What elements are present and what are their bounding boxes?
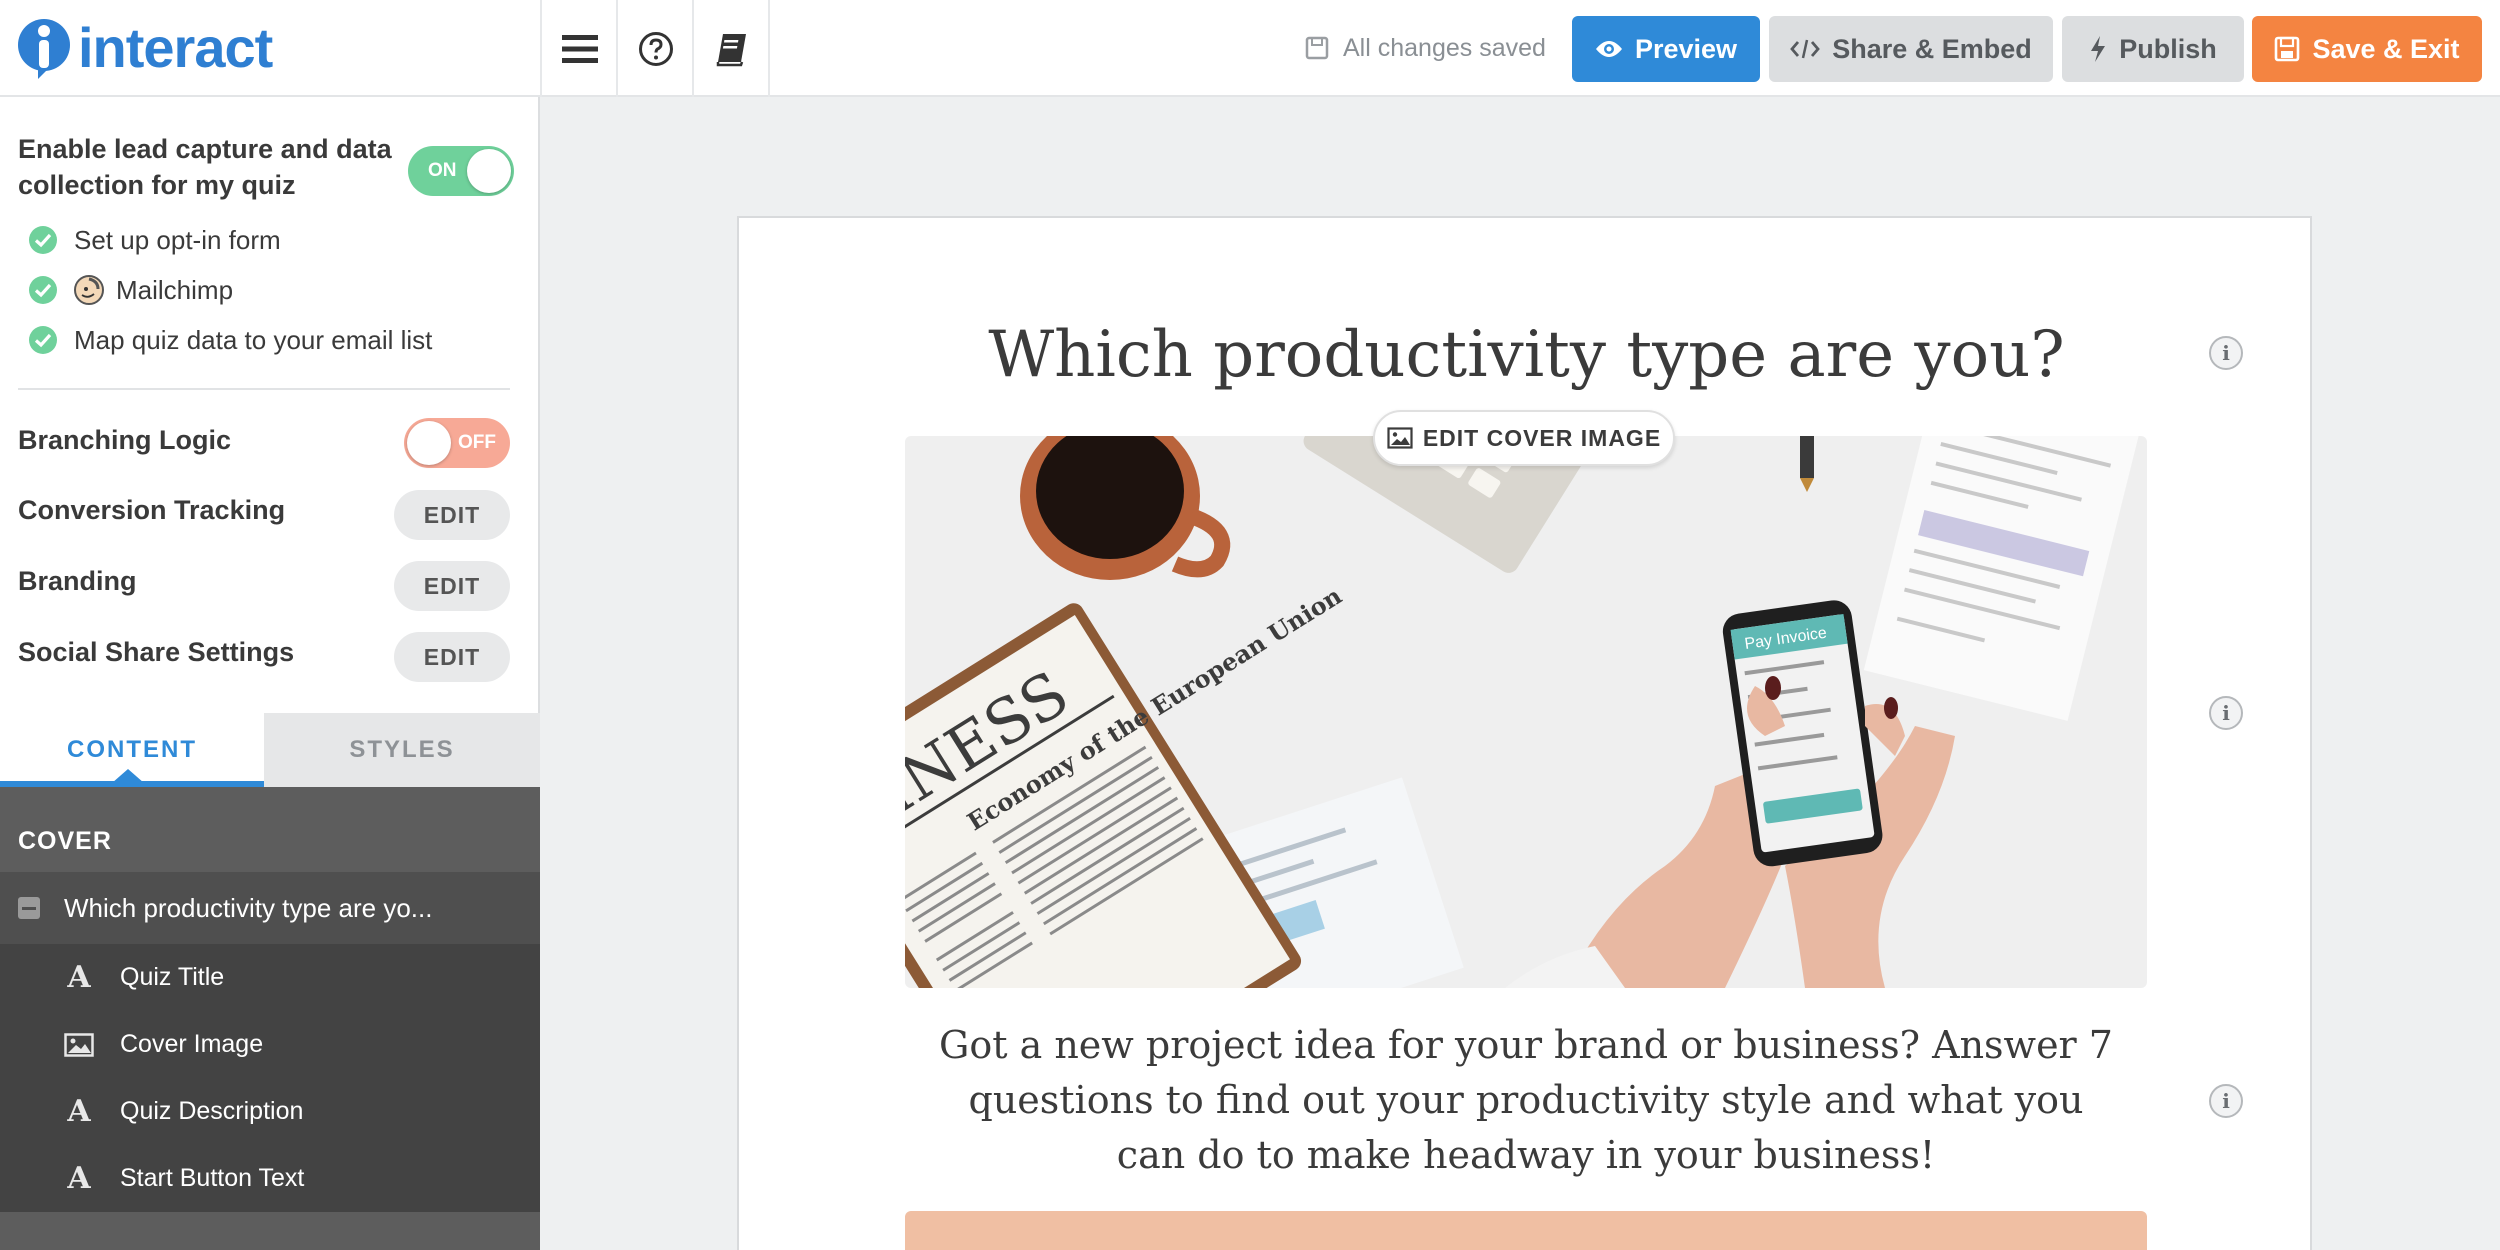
tree-section-cover: COVER: [18, 827, 112, 855]
tree-item-label: Quiz Description: [120, 1097, 304, 1125]
tree-item-start-button-text[interactable]: A Start Button Text: [0, 1145, 540, 1212]
tree-item-label: Quiz Title: [120, 963, 225, 991]
preview-button[interactable]: Preview: [1572, 16, 1760, 82]
quiz-preview-card: Which productivity type are you? i SINES…: [737, 216, 2312, 1250]
guide-button[interactable]: [692, 0, 770, 97]
lightning-icon: [2091, 36, 2106, 62]
toggle-state: OFF: [458, 432, 496, 453]
info-icon[interactable]: i: [2209, 696, 2243, 730]
save-status: All changes saved: [1305, 28, 1546, 68]
tree-item-label: Cover Image: [120, 1030, 264, 1058]
social-share-edit-button[interactable]: EDIT: [394, 632, 510, 682]
social-share-label: Social Share Settings: [18, 637, 295, 667]
book-icon: [716, 33, 746, 66]
check-circle-icon: [29, 276, 57, 304]
info-icon[interactable]: i: [2209, 1084, 2243, 1118]
branding-edit-button[interactable]: EDIT: [394, 561, 510, 611]
branching-logic-toggle[interactable]: OFF: [404, 418, 510, 468]
tree-question-item[interactable]: Which productivity type are yo...: [0, 872, 540, 944]
divider: [18, 388, 510, 390]
share-embed-button[interactable]: Share & Embed: [1769, 16, 2053, 82]
check-circle-icon: [29, 326, 57, 354]
lead-capture-toggle[interactable]: ON: [408, 146, 514, 196]
menu-button[interactable]: [540, 0, 618, 97]
info-icon[interactable]: i: [2209, 336, 2243, 370]
save-exit-button[interactable]: Save & Exit: [2252, 16, 2482, 82]
publish-button[interactable]: Publish: [2062, 16, 2244, 82]
step-label: Map quiz data to your email list: [74, 324, 433, 355]
text-icon: A: [67, 1094, 91, 1129]
toggle-knob: [467, 149, 511, 193]
help-button[interactable]: [616, 0, 694, 97]
lead-capture-label: Enable lead capture and data collection …: [18, 134, 392, 200]
sidebar-tabs: CONTENT STYLES: [0, 713, 540, 787]
edit-cover-image-button[interactable]: EDIT COVER IMAGE: [1373, 410, 1675, 466]
floppy-icon: [1305, 36, 1329, 60]
menu-icon: [562, 34, 598, 63]
tab-content[interactable]: CONTENT: [0, 713, 264, 787]
cover-photo: SINESS Economy of the European Union Pay…: [905, 436, 2147, 988]
quiz-title[interactable]: Which productivity type are you?: [739, 318, 2314, 392]
step-label: Mailchimp: [116, 274, 234, 305]
content-tree: COVER Which productivity type are yo... …: [0, 787, 540, 1250]
collapse-icon[interactable]: [18, 897, 40, 919]
brand-name: interact: [78, 16, 273, 79]
conversion-tracking-edit-button[interactable]: EDIT: [394, 490, 510, 540]
text-icon: A: [67, 960, 91, 995]
text-icon: A: [67, 1161, 91, 1196]
tab-styles[interactable]: STYLES: [264, 713, 540, 787]
logo-mark-icon: [16, 17, 72, 79]
mailchimp-icon: [74, 275, 104, 305]
top-bar: interact All changes saved Preview Share…: [0, 0, 2500, 97]
floppy-icon: [2275, 36, 2300, 62]
quiz-description[interactable]: Got a new project idea for your brand or…: [935, 1018, 2117, 1183]
preview-label: Preview: [1634, 33, 1738, 64]
interact-logo[interactable]: interact: [16, 16, 273, 80]
help-icon: [639, 31, 673, 66]
check-circle-icon: [29, 226, 57, 254]
branding-label: Branding: [18, 566, 137, 596]
step-optin-form[interactable]: Set up opt-in form: [28, 222, 281, 258]
eye-icon: [1595, 41, 1622, 57]
step-mailchimp[interactable]: Mailchimp: [28, 272, 233, 308]
edit-cover-label: EDIT COVER IMAGE: [1422, 424, 1662, 451]
tree-subitems: A Quiz Title Cover Image A Quiz Descript…: [0, 944, 540, 1212]
conversion-tracking-label: Conversion Tracking: [18, 495, 286, 525]
settings-sidebar: Enable lead capture and data collection …: [0, 97, 540, 1250]
tree-question-label: Which productivity type are yo...: [64, 892, 433, 923]
toggle-knob: [407, 421, 451, 465]
code-icon: [1790, 39, 1821, 59]
tree-item-quiz-description[interactable]: A Quiz Description: [0, 1078, 540, 1145]
cover-image[interactable]: SINESS Economy of the European Union Pay…: [905, 436, 2147, 988]
image-icon: [1387, 427, 1413, 449]
branching-logic-label: Branching Logic: [18, 425, 232, 455]
tree-item-cover-image[interactable]: Cover Image: [0, 1011, 540, 1078]
publish-label: Publish: [2119, 33, 2217, 64]
step-map-data[interactable]: Map quiz data to your email list: [28, 322, 432, 358]
tree-item-label: Start Button Text: [120, 1164, 305, 1192]
step-label: Set up opt-in form: [74, 224, 281, 255]
save-exit-label: Save & Exit: [2312, 33, 2460, 64]
toggle-state: ON: [428, 160, 457, 181]
tree-item-quiz-title[interactable]: A Quiz Title: [0, 944, 540, 1011]
share-embed-label: Share & Embed: [1832, 33, 2032, 64]
save-status-text: All changes saved: [1343, 33, 1546, 62]
image-icon: [62, 1032, 96, 1057]
start-quiz-button[interactable]: [905, 1211, 2147, 1250]
